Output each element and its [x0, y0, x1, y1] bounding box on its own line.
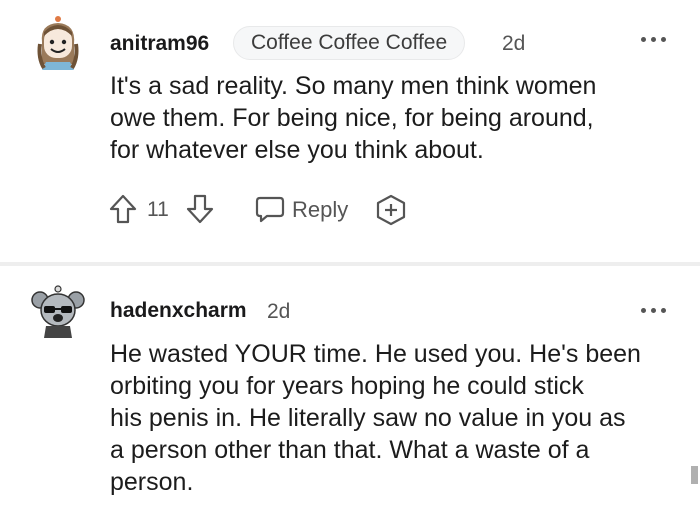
speech-bubble-icon: [255, 196, 285, 223]
more-dots-icon[interactable]: [641, 37, 667, 45]
award-plus-icon[interactable]: [374, 193, 408, 227]
reply-button[interactable]: Reply: [254, 193, 364, 227]
comment-body: It's a sad reality. So many men think wo…: [110, 72, 597, 164]
comment-body: He wasted YOUR time. He used you. He's b…: [110, 340, 641, 496]
reply-label: Reply: [292, 197, 349, 222]
scrollbar[interactable]: [691, 466, 698, 484]
avatar[interactable]: [30, 14, 86, 70]
arrow-down-icon[interactable]: [185, 193, 215, 225]
avatar[interactable]: [30, 282, 86, 338]
comment-username[interactable]: hadenxcharm: [110, 299, 247, 323]
comment-age: 2d: [502, 32, 526, 55]
arrow-up-icon[interactable]: [108, 193, 138, 225]
more-dots-icon[interactable]: [641, 308, 667, 316]
comment-username[interactable]: anitram96: [110, 32, 209, 56]
vote-count: 11: [147, 198, 169, 221]
comment-age: 2d: [267, 300, 291, 323]
user-flair: Coffee Coffee Coffee: [233, 26, 466, 60]
